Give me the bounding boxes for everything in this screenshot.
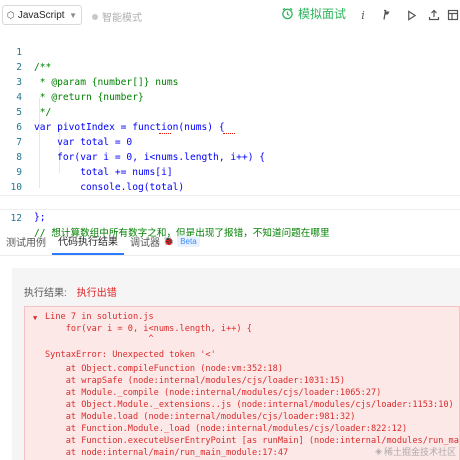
editor-toolbar: ⬡ JavaScript ▼ 智能模式 模拟面试 i bbox=[0, 0, 460, 32]
code-line: 2 * @param {number[]} nums bbox=[0, 45, 460, 88]
code-line: 9 console.log(total) bbox=[0, 150, 460, 193]
error-line: ^ bbox=[45, 334, 154, 344]
alarm-clock-icon bbox=[282, 7, 293, 20]
code-line: 11 }; bbox=[0, 180, 460, 223]
tab-result[interactable]: 代码执行结果 bbox=[52, 228, 124, 255]
error-line: SyntaxError: Unexpected token '<' bbox=[45, 350, 216, 360]
mock-interview-button[interactable]: 模拟面试 bbox=[281, 5, 346, 22]
result-tabs: 测试用例 代码执行结果 调试器 🐞 Beta bbox=[0, 228, 460, 256]
info-icon[interactable]: i bbox=[354, 6, 372, 24]
code-line: 3 * @return {number} bbox=[0, 60, 460, 103]
tab-debugger[interactable]: 调试器 🐞 Beta bbox=[124, 228, 206, 255]
collapse-triangle-icon[interactable]: ▼ bbox=[33, 312, 37, 324]
beta-badge: Beta bbox=[177, 236, 200, 247]
error-line: at Module._compile (node:internal/module… bbox=[45, 388, 382, 398]
code-line: 1 /** bbox=[0, 30, 460, 73]
mock-interview-label: 模拟面试 bbox=[298, 7, 347, 21]
line-number: 12 bbox=[10, 213, 22, 224]
language-label: JavaScript bbox=[17, 9, 65, 21]
error-line: at wrapSafe (node:internal/modules/cjs/l… bbox=[45, 376, 346, 386]
error-line: at Function.Module._load (node:internal/… bbox=[45, 424, 408, 434]
error-output: ▼ Line 7 in solution.js for(var i = 0, i… bbox=[24, 306, 460, 460]
line-text: }; bbox=[34, 212, 46, 223]
code-line: 4 */ bbox=[0, 75, 460, 118]
code-line: 10 } bbox=[0, 165, 460, 208]
tab-label: 测试用例 bbox=[6, 238, 46, 249]
juejin-logo-icon: ◈ bbox=[375, 446, 382, 457]
result-label: 执行结果: bbox=[24, 288, 67, 299]
error-line: at Module.load (node:internal/modules/cj… bbox=[45, 412, 356, 422]
bug-icon: 🐞 bbox=[163, 236, 175, 246]
tab-label: 调试器 bbox=[130, 238, 160, 249]
error-squiggle bbox=[159, 131, 171, 134]
cube-icon: ⬡ bbox=[7, 9, 15, 20]
watermark-text: 稀土掘金技术社区 bbox=[383, 448, 456, 458]
code-line: 5 var pivotIndex = function(nums) { bbox=[0, 90, 460, 133]
smart-mode-label: 智能模式 bbox=[102, 13, 142, 24]
code-line: 8 total += nums[i] bbox=[0, 135, 460, 178]
result-header: 执行结果: 执行出错 bbox=[24, 284, 117, 299]
play-icon[interactable] bbox=[402, 6, 420, 24]
smart-mode-toggle[interactable]: 智能模式 bbox=[92, 9, 142, 24]
result-panel: 执行结果: 执行出错 ▼ Line 7 in solution.js for(v… bbox=[12, 268, 460, 460]
code-line: 6 var total = 0 bbox=[0, 105, 460, 148]
run-icon[interactable] bbox=[378, 6, 396, 24]
tab-label: 代码执行结果 bbox=[58, 237, 118, 248]
error-squiggle bbox=[223, 131, 235, 134]
watermark: ◈ 稀土掘金技术社区 bbox=[375, 445, 456, 459]
tab-test-cases[interactable]: 测试用例 bbox=[0, 228, 52, 255]
language-select[interactable]: ⬡ JavaScript ▼ bbox=[2, 5, 82, 25]
error-line: Line 7 in solution.js bbox=[45, 312, 154, 322]
toggle-dot-icon bbox=[92, 13, 98, 20]
error-line: at node:internal/main/run_main_module:17… bbox=[45, 448, 289, 458]
error-line: at Object.Module._extensions..js (node:i… bbox=[45, 400, 454, 410]
result-status: 执行出错 bbox=[76, 288, 117, 299]
code-line-active: 12 // 想计算数组中所有数字之和，但是出现了报错，不知道问题在哪里 bbox=[0, 195, 460, 239]
code-editor[interactable]: 1 /** 2 * @param {number[]} nums 3 * @re… bbox=[0, 30, 460, 239]
upload-icon[interactable] bbox=[425, 6, 443, 24]
layout-icon[interactable] bbox=[444, 6, 460, 24]
chevron-down-icon: ▼ bbox=[69, 10, 77, 20]
error-line: at Object.compileFunction (node:vm:352:1… bbox=[45, 364, 283, 374]
